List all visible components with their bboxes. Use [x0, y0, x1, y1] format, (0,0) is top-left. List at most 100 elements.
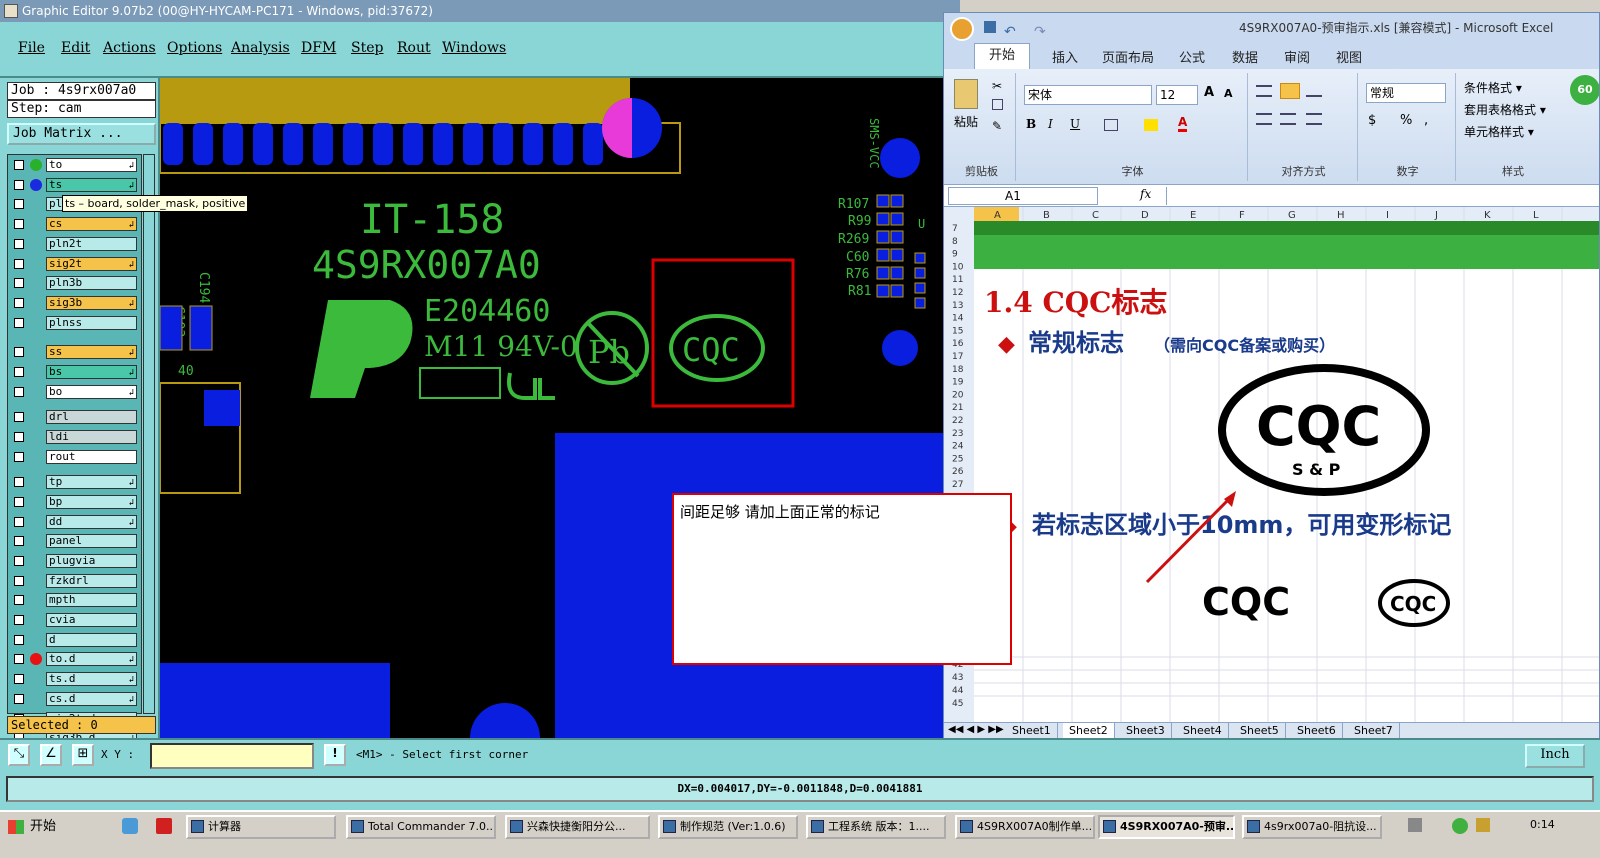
layer-name[interactable]: cs.d ↲: [46, 691, 137, 706]
menu-options[interactable]: Options: [167, 40, 222, 56]
layer-checkbox[interactable]: [14, 219, 24, 230]
taskbar-item[interactable]: 4S9RX007A0制作单...: [955, 815, 1095, 839]
layer-checkbox[interactable]: [14, 516, 24, 527]
layer-row[interactable]: cs.d ↲: [10, 691, 140, 706]
layer-row[interactable]: cvia: [10, 613, 140, 628]
tab-insert[interactable]: 插入: [1052, 47, 1078, 66]
taskbar-item[interactable]: 制作规范 (Ver:1.0.6): [658, 815, 798, 839]
format-as-table-button[interactable]: 套用表格格式 ▾: [1464, 101, 1546, 118]
layer-row[interactable]: sig2t ↲: [10, 256, 140, 271]
cut-icon[interactable]: ✂: [992, 79, 1002, 93]
taskbar-item[interactable]: 计算器: [186, 815, 336, 839]
italic-icon[interactable]: I: [1048, 117, 1053, 131]
layer-name[interactable]: ldi: [46, 429, 137, 444]
comma-icon[interactable]: ,: [1424, 113, 1428, 128]
layer-name[interactable]: to ↲: [46, 158, 137, 172]
font-name-select[interactable]: 宋体: [1024, 85, 1152, 105]
layer-checkbox[interactable]: [14, 297, 24, 308]
tab-review[interactable]: 审阅: [1284, 47, 1310, 66]
layer-checkbox[interactable]: [14, 634, 24, 645]
underline-icon[interactable]: U: [1070, 117, 1080, 131]
layer-row[interactable]: rout: [10, 449, 140, 464]
layer-name[interactable]: cs ↲: [46, 217, 137, 232]
layer-row[interactable]: to.d ↲: [10, 652, 140, 667]
layer-row[interactable]: drl: [10, 410, 140, 425]
layer-checkbox[interactable]: [14, 317, 24, 328]
align-bottom-icon[interactable]: [1306, 85, 1322, 97]
menu-actions[interactable]: Actions: [103, 40, 156, 56]
layer-name[interactable]: to.d ↲: [46, 652, 137, 667]
quicklaunch-icon[interactable]: [122, 818, 138, 834]
layer-checkbox[interactable]: [14, 160, 24, 170]
layer-name[interactable]: rout: [46, 449, 137, 464]
warning-icon[interactable]: !: [324, 744, 346, 766]
sheet-nav-icon[interactable]: ◀◀ ◀ ▶ ▶▶: [948, 724, 1004, 735]
fill-color-icon[interactable]: [1144, 119, 1158, 131]
layer-name[interactable]: tp ↲: [46, 475, 137, 490]
taskbar-item[interactable]: 工程系统 版本：1....: [806, 815, 946, 839]
layer-name[interactable]: panel: [46, 534, 137, 549]
layer-color-dot[interactable]: [30, 653, 42, 666]
align-center-icon[interactable]: [1280, 113, 1296, 125]
layer-name[interactable]: d: [46, 632, 137, 647]
layer-name[interactable]: bs ↲: [46, 364, 137, 379]
align-top-icon[interactable]: [1256, 85, 1272, 97]
layer-color-dot[interactable]: [30, 159, 42, 171]
menu-edit[interactable]: Edit: [61, 40, 90, 56]
layer-name[interactable]: bo ↲: [46, 384, 137, 399]
layer-checkbox[interactable]: [14, 278, 24, 289]
job-matrix-button[interactable]: Job Matrix ...: [7, 123, 156, 145]
number-format-select[interactable]: 常规: [1366, 83, 1446, 103]
pdf-icon[interactable]: [156, 818, 172, 834]
xy-input[interactable]: [150, 743, 314, 769]
layer-checkbox[interactable]: [14, 199, 24, 210]
grow-font-icon[interactable]: A: [1204, 85, 1214, 100]
layer-checkbox[interactable]: [14, 238, 24, 249]
bold-icon[interactable]: B: [1026, 117, 1036, 131]
tray-icon[interactable]: [1408, 818, 1422, 832]
layer-name[interactable]: ts ↲: [46, 177, 137, 192]
layer-row[interactable]: cs ↲: [10, 217, 140, 232]
layer-checkbox[interactable]: [14, 615, 24, 626]
layer-row[interactable]: plugvia: [10, 553, 140, 568]
tab-view[interactable]: 视图: [1336, 47, 1362, 66]
layer-row[interactable]: plnss: [10, 315, 140, 330]
align-middle-icon[interactable]: [1280, 83, 1300, 99]
save-icon[interactable]: [984, 21, 996, 33]
copy-icon[interactable]: [992, 99, 1003, 110]
percent-icon[interactable]: %: [1400, 113, 1412, 128]
layer-color-dot[interactable]: [30, 178, 42, 191]
layer-row[interactable]: fzkdrl: [10, 573, 140, 588]
layer-checkbox[interactable]: [14, 179, 24, 190]
menu-dfm[interactable]: DFM: [301, 40, 336, 56]
layer-row[interactable]: tp ↲: [10, 475, 140, 490]
layer-name[interactable]: cvia: [46, 613, 137, 628]
layer-row[interactable]: ts.d ↲: [10, 672, 140, 687]
name-box[interactable]: A1: [948, 187, 1098, 205]
layer-row[interactable]: bp ↲: [10, 494, 140, 509]
layer-row[interactable]: bo ↲: [10, 384, 140, 399]
layer-checkbox[interactable]: [14, 258, 24, 269]
layer-checkbox[interactable]: [14, 496, 24, 507]
layer-row[interactable]: ts ↲: [10, 177, 140, 192]
taskbar-item[interactable]: 兴森快捷衡阳分公...: [505, 815, 650, 839]
tab-formulas[interactable]: 公式: [1179, 47, 1205, 66]
taskbar-item[interactable]: 4S9RX007A0-预审...: [1098, 815, 1235, 839]
start-button[interactable]: 开始: [2, 816, 102, 838]
tray-icon[interactable]: [1476, 818, 1490, 832]
menu-step[interactable]: Step: [351, 40, 383, 56]
layer-name[interactable]: sig2t ↲: [46, 256, 137, 271]
formula-input[interactable]: [1166, 187, 1596, 205]
layer-name[interactable]: ts.d ↲: [46, 672, 137, 687]
layer-row[interactable]: ldi: [10, 429, 140, 444]
shrink-font-icon[interactable]: A: [1224, 87, 1233, 100]
layer-checkbox[interactable]: [14, 431, 24, 442]
font-color-icon[interactable]: A: [1178, 115, 1188, 132]
paste-icon[interactable]: [954, 79, 978, 109]
tray-icon[interactable]: [1452, 818, 1468, 834]
worksheet-grid[interactable]: A B C D E F G H I J K L 7 8 9 10 11 12 13 14 15 16 17 18 19 20 21…: [944, 207, 1599, 722]
paste-label[interactable]: 粘贴: [954, 113, 978, 130]
layer-row[interactable]: d: [10, 632, 140, 647]
layer-row[interactable]: mpth: [10, 593, 140, 608]
layer-name[interactable]: mpth: [46, 593, 137, 608]
